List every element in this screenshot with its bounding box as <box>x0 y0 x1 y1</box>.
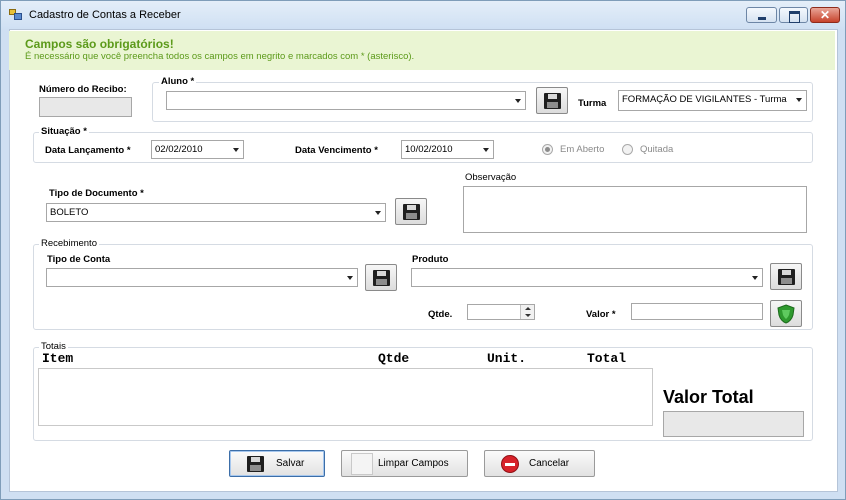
data-vencimento-value: 10/02/2010 <box>405 144 453 155</box>
radio-em-aberto-label: Em Aberto <box>560 144 605 155</box>
close-icon: ✕ <box>819 8 831 22</box>
column-header-item: Item <box>42 351 74 366</box>
produto-select[interactable] <box>411 268 763 287</box>
floppy-disk-icon <box>247 456 264 472</box>
qtde-stepper[interactable] <box>467 304 535 320</box>
save-aluno-button[interactable] <box>536 87 568 114</box>
observacao-label: Observação <box>465 172 517 183</box>
floppy-disk-icon <box>544 93 561 109</box>
valor-total-label: Valor Total <box>663 387 754 407</box>
floppy-disk-icon <box>373 270 390 286</box>
floppy-disk-icon <box>403 204 420 220</box>
chevron-down-icon <box>483 148 489 152</box>
column-header-qtde: Qtde <box>378 351 410 366</box>
turma-label: Turma <box>578 98 607 109</box>
notice-text: É necessário que você preencha todos os … <box>25 51 415 62</box>
data-lancamento-picker[interactable]: 02/02/2010 <box>151 140 244 159</box>
valor-input[interactable] <box>631 303 763 320</box>
notice-title: Campos são obrigatórios! <box>25 37 174 51</box>
radio-quitada-label: Quitada <box>640 144 674 155</box>
close-button[interactable]: ✕ <box>810 7 840 23</box>
cancel-icon <box>501 455 519 473</box>
floppy-disk-icon <box>778 269 795 285</box>
situacao-legend: Situação * <box>39 126 89 137</box>
save-tipo-conta-button[interactable] <box>365 264 397 291</box>
window-title: Cadastro de Contas a Receber <box>29 9 181 21</box>
turma-select[interactable]: FORMAÇÃO DE VIGILANTES - Turma <box>618 90 807 111</box>
recibo-field <box>39 97 132 117</box>
chevron-down-icon <box>347 276 353 280</box>
produto-label: Produto <box>412 254 449 265</box>
minimize-button[interactable] <box>746 7 777 23</box>
title-bar[interactable]: Cadastro de Contas a Receber ✕ <box>1 1 845 29</box>
chevron-down-icon <box>375 211 381 215</box>
data-vencimento-label: Data Vencimento * <box>295 145 378 156</box>
limpar-campos-button[interactable]: Limpar Campos <box>341 450 468 477</box>
arrow-down-icon <box>525 314 531 317</box>
tipo-documento-value: BOLETO <box>50 207 89 218</box>
salvar-button[interactable]: Salvar <box>229 450 325 477</box>
recibo-label: Número do Recibo: <box>39 84 127 95</box>
shield-icon <box>777 304 795 324</box>
tipo-documento-label: Tipo de Documento * <box>49 188 144 199</box>
data-vencimento-picker[interactable]: 10/02/2010 <box>401 140 494 159</box>
column-header-unit: Unit. <box>487 351 527 366</box>
stepper-buttons[interactable] <box>520 305 534 319</box>
app-window: Cadastro de Contas a Receber ✕ Campos sã… <box>0 0 846 500</box>
aluno-select[interactable] <box>166 91 526 110</box>
save-documento-button[interactable] <box>395 198 427 225</box>
data-lancamento-value: 02/02/2010 <box>155 144 203 155</box>
add-item-button[interactable] <box>770 300 802 327</box>
tipo-conta-label: Tipo de Conta <box>47 254 111 265</box>
app-icon <box>9 9 22 20</box>
radio-quitada[interactable] <box>622 144 633 155</box>
salvar-label: Salvar <box>276 458 305 469</box>
chevron-down-icon <box>233 148 239 152</box>
recebimento-legend: Recebimento <box>39 238 99 249</box>
chevron-down-icon <box>796 98 802 102</box>
data-lancamento-label: Data Lançamento * <box>45 145 131 156</box>
turma-value: FORMAÇÃO DE VIGILANTES - Turma <box>622 94 787 105</box>
cancelar-label: Cancelar <box>529 458 570 469</box>
tipo-documento-select[interactable]: BOLETO <box>46 203 386 222</box>
qtde-label: Qtde. <box>428 309 453 320</box>
aluno-legend: Aluno * <box>159 76 197 87</box>
valor-label: Valor * <box>586 309 616 320</box>
column-header-total: Total <box>587 351 627 366</box>
arrow-up-icon <box>525 307 531 310</box>
save-produto-button[interactable] <box>770 263 802 290</box>
radio-em-aberto[interactable] <box>542 144 553 155</box>
clear-form-icon <box>351 453 373 475</box>
limpar-label: Limpar Campos <box>378 458 449 469</box>
chevron-down-icon <box>515 99 521 103</box>
maximize-button[interactable] <box>779 7 808 23</box>
items-list[interactable] <box>38 368 653 426</box>
cancelar-button[interactable]: Cancelar <box>484 450 595 477</box>
observacao-textarea[interactable] <box>463 186 807 233</box>
chevron-down-icon <box>752 276 758 280</box>
tipo-conta-select[interactable] <box>46 268 358 287</box>
valor-total-field <box>663 411 804 437</box>
